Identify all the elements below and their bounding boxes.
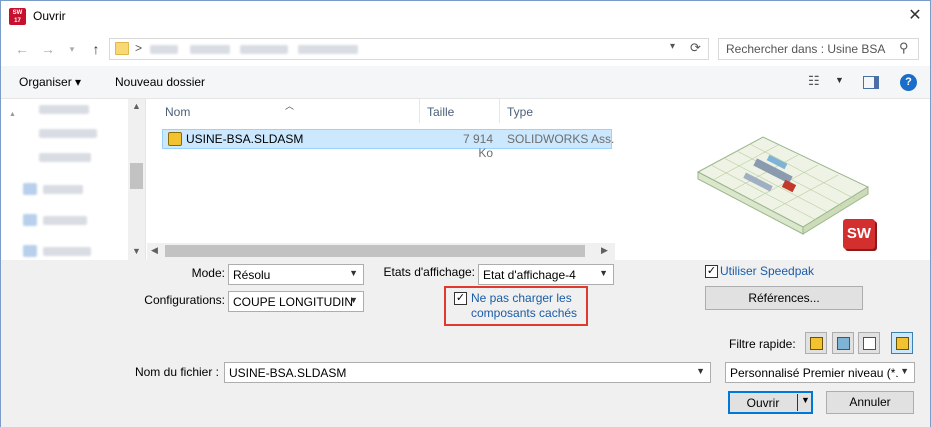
filter-top-level-icon[interactable] xyxy=(891,332,913,354)
hide-components-label-line2[interactable]: composants cachés xyxy=(471,306,577,320)
table-row[interactable]: USINE-BSA.SLDASM 7 914 Ko SOLIDWORKS Ass… xyxy=(162,129,621,160)
hide-components-label-line1[interactable]: Ne pas charger les xyxy=(471,291,572,305)
nav-item-blurred[interactable] xyxy=(39,129,97,138)
title-bar: SW 17 Ouvrir ✕ xyxy=(1,1,930,32)
column-divider[interactable] xyxy=(499,99,500,123)
nav-item-blurred[interactable] xyxy=(43,216,87,225)
search-box[interactable]: Rechercher dans : Usine BSA ⚲ xyxy=(718,38,919,60)
nav-item-blurred[interactable] xyxy=(43,185,83,194)
breadcrumb-blurred-segment xyxy=(240,45,288,54)
filter-drawings-icon[interactable] xyxy=(858,332,880,354)
nav-item-icon xyxy=(23,245,37,257)
open-button[interactable]: Ouvrir ▼ xyxy=(728,391,813,414)
mode-label: Mode: xyxy=(191,266,225,280)
solidworks-app-icon: SW 17 xyxy=(9,8,26,25)
scroll-thumb[interactable] xyxy=(165,245,585,257)
nav-scrollbar[interactable]: ▲ ▼ xyxy=(128,99,145,260)
up-arrow-icon[interactable]: ↑ xyxy=(87,40,105,58)
scroll-down-icon[interactable]: ▼ xyxy=(132,246,141,256)
window-title: Ouvrir xyxy=(33,9,66,23)
navigation-pane[interactable]: ▲ xyxy=(1,99,146,260)
folder-icon xyxy=(115,42,129,55)
speedpak-checkbox[interactable]: ✓ xyxy=(705,265,718,278)
cancel-button[interactable]: Annuler xyxy=(826,391,914,414)
references-button[interactable]: Références... xyxy=(705,286,863,310)
search-icon[interactable]: ⚲ xyxy=(899,40,909,56)
hide-components-checkbox[interactable]: ✓ xyxy=(454,292,467,305)
configurations-label: Configurations: xyxy=(144,293,225,307)
view-options-icon[interactable]: ☷ xyxy=(808,73,820,89)
filename-value: USINE-BSA.SLDASM xyxy=(229,366,347,380)
breadcrumb-blurred-segment xyxy=(150,45,178,54)
solidworks-logo-icon: SW xyxy=(843,219,875,249)
nav-item-blurred[interactable] xyxy=(39,153,91,162)
chevron-down-icon: ▼ xyxy=(897,366,909,376)
display-states-select[interactable]: Etat d'affichage-4 ▼ xyxy=(478,264,614,285)
quick-filter-label: Filtre rapide: xyxy=(729,337,796,351)
chevron-down-icon: ▼ xyxy=(349,268,358,278)
close-icon[interactable]: ✕ xyxy=(901,3,929,29)
collapse-up-icon[interactable]: ▲ xyxy=(9,111,16,118)
filename-input[interactable]: USINE-BSA.SLDASM ▼ xyxy=(224,362,711,383)
file-name: USINE-BSA.SLDASM xyxy=(186,132,304,146)
filter-assemblies-icon[interactable] xyxy=(832,332,854,354)
split-divider xyxy=(797,394,798,411)
address-dropdown-icon[interactable]: ▾ xyxy=(670,41,675,52)
search-input[interactable]: Rechercher dans : Usine BSA xyxy=(726,42,885,56)
filename-label: Nom du fichier : xyxy=(134,365,219,379)
back-arrow-icon[interactable]: ← xyxy=(13,40,31,58)
view-dropdown-icon[interactable]: ▼ xyxy=(835,75,844,85)
scroll-up-icon[interactable]: ▲ xyxy=(132,101,141,111)
nav-item-icon xyxy=(23,214,37,226)
preview-pane-icon[interactable] xyxy=(863,76,879,89)
nav-item-blurred[interactable] xyxy=(43,247,91,256)
file-type-select[interactable]: Personnalisé Premier niveau (*. ▼ xyxy=(725,362,915,383)
configurations-select[interactable]: COUPE LONGITUDIN ▼ xyxy=(228,291,364,312)
help-icon[interactable]: ? xyxy=(900,74,917,91)
chevron-down-icon[interactable]: ▾ xyxy=(63,40,81,58)
column-divider[interactable] xyxy=(419,99,420,123)
assembly-file-icon xyxy=(168,132,182,146)
chevron-down-icon: ▼ xyxy=(696,366,705,376)
file-list[interactable]: ︿ Nom Taille Type USINE-BSA.SLDASM 7 914… xyxy=(147,99,621,260)
display-states-label: Etats d'affichage: xyxy=(383,265,475,279)
open-options-dropdown-icon[interactable]: ▼ xyxy=(801,395,810,405)
refresh-icon[interactable]: ⟳ xyxy=(690,40,701,56)
column-header-name[interactable]: Nom xyxy=(165,105,190,119)
forward-arrow-icon[interactable]: → xyxy=(39,40,57,58)
scroll-right-icon[interactable]: ▶ xyxy=(601,245,608,256)
file-type: SOLIDWORKS Ass... xyxy=(507,132,622,146)
open-dialog: SW 17 Ouvrir ✕ ← → ▾ ↑ > ▾ ⟳ Rechercher d… xyxy=(0,0,931,427)
file-list-hscrollbar[interactable]: ◀ ▶ xyxy=(147,243,615,260)
address-bar[interactable]: > ▾ ⟳ xyxy=(109,38,709,60)
configurations-value: COUPE LONGITUDIN xyxy=(233,295,354,309)
preview-pane: SW xyxy=(615,99,930,260)
open-button-label: Ouvrir xyxy=(746,396,780,410)
column-header-size[interactable]: Taille xyxy=(427,105,454,119)
file-size: 7 914 Ko xyxy=(462,132,493,160)
display-states-value: Etat d'affichage-4 xyxy=(483,268,576,282)
new-folder-button[interactable]: Nouveau dossier xyxy=(115,75,205,89)
nav-item-icon xyxy=(23,183,37,195)
chevron-down-icon: ▼ xyxy=(599,268,608,278)
column-header-type[interactable]: Type xyxy=(507,105,533,119)
speedpak-label[interactable]: Utiliser Speedpak xyxy=(720,264,814,278)
mode-select[interactable]: Résolu ▼ xyxy=(228,264,364,285)
breadcrumb-blurred-segment xyxy=(298,45,358,54)
sort-ascending-icon: ︿ xyxy=(285,101,295,111)
mode-value: Résolu xyxy=(233,268,271,282)
nav-item-blurred[interactable] xyxy=(39,105,89,114)
scroll-left-icon[interactable]: ◀ xyxy=(151,245,158,256)
command-toolbar: Organiser ▾ Nouveau dossier xyxy=(1,66,930,99)
breadcrumb-separator: > xyxy=(135,41,143,55)
chevron-down-icon: ▼ xyxy=(349,295,358,305)
organize-button[interactable]: Organiser ▾ xyxy=(19,75,81,89)
scroll-thumb[interactable] xyxy=(130,163,143,189)
breadcrumb-blurred-segment xyxy=(190,45,230,54)
filter-parts-icon[interactable] xyxy=(805,332,827,354)
file-type-value: Personnalisé Premier niveau (*. xyxy=(730,366,899,380)
